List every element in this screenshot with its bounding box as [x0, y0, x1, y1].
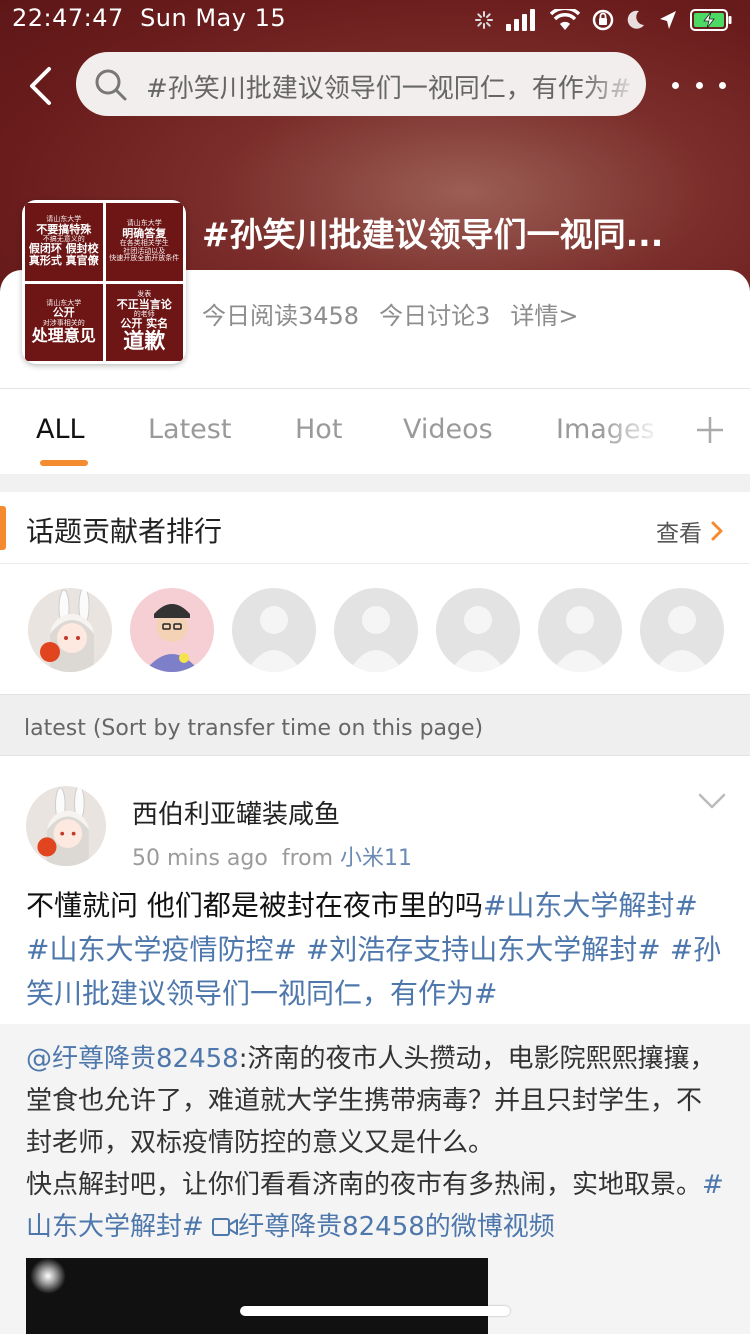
sort-info-text: latest (Sort by transfer time on this pa…: [24, 716, 484, 741]
video-light: [30, 1258, 66, 1294]
home-indicator[interactable]: [240, 1306, 510, 1316]
tab-videos[interactable]: Videos: [403, 414, 493, 445]
topic-details-link[interactable]: 详情>: [510, 296, 578, 331]
default-user-icon: [654, 606, 710, 672]
location-icon: [660, 11, 676, 29]
view-more-label: 查看: [656, 521, 702, 547]
cover-panel: 请山东大学 明确答复 在各类相关学生 社团活动以及 快速开放全面开放条件: [105, 203, 183, 281]
hashtag-link[interactable]: #山东大学解封#: [483, 889, 698, 922]
cover-panel: 请山东大学 不要搞特殊 不搞无意义的 假闭环 假封校 真形式 真官僚: [25, 203, 103, 281]
more-options-button[interactable]: [672, 72, 726, 98]
wifi-icon: [550, 9, 580, 30]
post-text-plain: 不懂就问 他们都是被封在夜市里的吗: [26, 889, 483, 922]
post-meta: 50 mins ago from 小米11: [132, 840, 412, 872]
section-accent-bar: [0, 506, 6, 550]
default-user-icon: [246, 606, 302, 672]
hashtag-link[interactable]: #刘浩存支持山东大学解封#: [306, 933, 661, 966]
more-dot-icon: [695, 81, 703, 89]
battery-charging-icon: [690, 9, 732, 31]
active-tab-indicator: [40, 460, 88, 466]
anime-girl-avatar-icon: [28, 588, 112, 672]
video-icon: [212, 1218, 239, 1236]
search-input[interactable]: #孙笑川批建议领导们一视同仁，有作为#: [76, 52, 646, 116]
chevron-right-icon: [711, 521, 723, 541]
post-from-label: from: [281, 846, 334, 871]
default-user-icon: [552, 606, 608, 672]
anime-girl-avatar-icon: [26, 786, 106, 866]
tab-hot[interactable]: Hot: [295, 414, 342, 445]
more-dot-icon: [719, 81, 726, 89]
chevron-down-icon[interactable]: [698, 792, 726, 810]
activity-icon: [475, 11, 493, 29]
search-query-text: #孙笑川批建议领导们一视同仁，有作为#: [146, 74, 632, 104]
post-author-name[interactable]: 西伯利亚罐装咸鱼: [132, 794, 340, 831]
section-divider: [0, 474, 750, 492]
post-time: 50 mins ago: [132, 846, 268, 871]
topic-stats: 今日阅读3458 今日讨论3 详情>: [202, 296, 578, 331]
today-discussions: 今日讨论3: [379, 302, 491, 330]
contributor-avatar-placeholder[interactable]: [538, 588, 622, 672]
repost-author-link[interactable]: @纡尊降贵82458: [26, 1044, 239, 1074]
topic-cover-image: 请山东大学 不要搞特殊 不搞无意义的 假闭环 假封校 真形式 真官僚 请山东大学…: [22, 200, 186, 364]
post-text: 不懂就问 他们都是被封在夜市里的吗#山东大学解封# #山东大学疫情防控# #刘浩…: [26, 884, 726, 1016]
more-dot-icon: [672, 81, 679, 89]
chevron-left-icon: [30, 67, 51, 105]
repost-text-content: 快点解封吧，让你们看看济南的夜市有多热闹，实地取景。: [26, 1170, 703, 1200]
default-user-icon: [348, 606, 404, 672]
contributor-ranking-title: 话题贡献者排行: [26, 515, 223, 548]
topic-title: #孙笑川批建议领导们一视同...: [202, 215, 664, 254]
view-contributors-link[interactable]: 查看: [656, 514, 724, 548]
cartoon-man-avatar-icon: [130, 588, 214, 672]
video-thumbnail[interactable]: [26, 1258, 488, 1334]
contributor-avatar-placeholder[interactable]: [640, 588, 724, 672]
tab-fade-overlay: [600, 420, 690, 460]
contributor-avatars: [0, 564, 750, 694]
contributor-avatar[interactable]: [28, 588, 112, 672]
hashtag-link[interactable]: #山东大学疫情防控#: [26, 933, 297, 966]
cover-panel: 发表 不正当言论 的老师 公开 实名 道歉: [105, 283, 183, 361]
tab-latest[interactable]: Latest: [148, 414, 231, 445]
today-reads: 今日阅读3458: [202, 302, 360, 330]
video-link[interactable]: 纡尊降贵82458的微博视频: [212, 1212, 555, 1242]
tab-all[interactable]: ALL: [36, 414, 85, 445]
contributor-avatar-placeholder[interactable]: [334, 588, 418, 672]
post-source[interactable]: 小米11: [340, 846, 412, 871]
status-icons: [474, 6, 732, 34]
rotation-lock-icon: [592, 9, 614, 31]
contributor-avatar-placeholder[interactable]: [232, 588, 316, 672]
video-link-label: 纡尊降贵82458的微博视频: [238, 1212, 555, 1242]
cellular-signal-icon: [506, 9, 535, 31]
repost-text: @纡尊降贵82458:济南的夜市人头攒动，电影院熙熙攘攘，堂食也允许了，难道就大…: [26, 1038, 726, 1248]
cover-panel: 请山东大学 公开 对涉事相关的 处理意见: [25, 283, 103, 361]
contributor-avatar-placeholder[interactable]: [436, 588, 520, 672]
post-author-avatar[interactable]: [26, 786, 106, 866]
do-not-disturb-icon: [627, 10, 644, 29]
back-button[interactable]: [18, 62, 62, 110]
add-tab-icon[interactable]: [694, 414, 726, 446]
status-bar: 22:47:47 Sun May 15: [0, 0, 750, 42]
contributor-avatar[interactable]: [130, 588, 214, 672]
search-icon: [95, 69, 127, 101]
status-time: 22:47:47 Sun May 15: [12, 4, 287, 32]
default-user-icon: [450, 606, 506, 672]
